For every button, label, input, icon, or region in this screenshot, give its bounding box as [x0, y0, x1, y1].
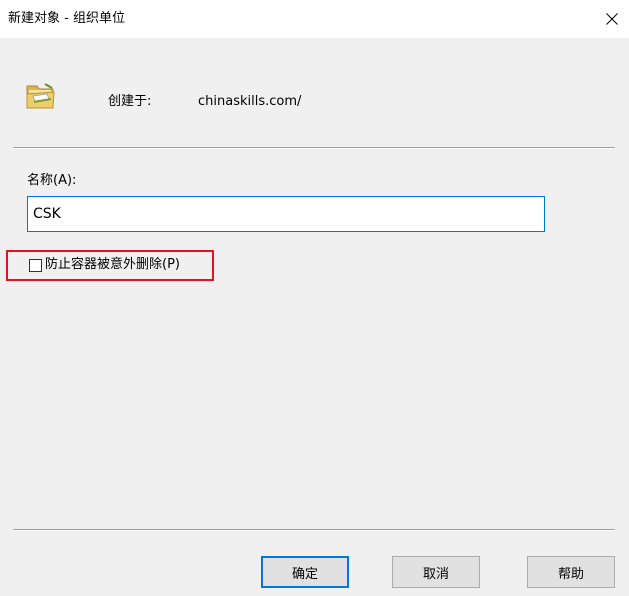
ok-button[interactable]: 确定 — [261, 556, 349, 588]
organizational-unit-folder-icon — [26, 83, 55, 109]
help-button[interactable]: 帮助 — [527, 556, 615, 588]
name-label: 名称(A): — [27, 173, 77, 188]
cancel-button[interactable]: 取消 — [392, 556, 480, 588]
new-object-dialog: 新建对象 - 组织单位 创建于: chinaskills.com/ 名称(A):… — [0, 0, 629, 596]
title-bar: 新建对象 - 组织单位 — [0, 0, 629, 38]
name-input[interactable] — [27, 196, 545, 232]
window-title: 新建对象 - 组织单位 — [8, 11, 125, 26]
protect-from-deletion-checkbox-row[interactable]: 防止容器被意外删除(P) — [29, 256, 180, 274]
top-separator — [13, 147, 615, 149]
created-in-value: chinaskills.com/ — [198, 94, 302, 109]
bottom-separator — [13, 529, 615, 531]
protect-from-deletion-label: 防止容器被意外删除(P) — [45, 257, 180, 272]
protect-from-deletion-checkbox[interactable] — [29, 258, 42, 272]
close-icon — [606, 13, 618, 25]
close-button[interactable] — [595, 0, 629, 38]
created-in-label: 创建于: — [108, 94, 152, 109]
